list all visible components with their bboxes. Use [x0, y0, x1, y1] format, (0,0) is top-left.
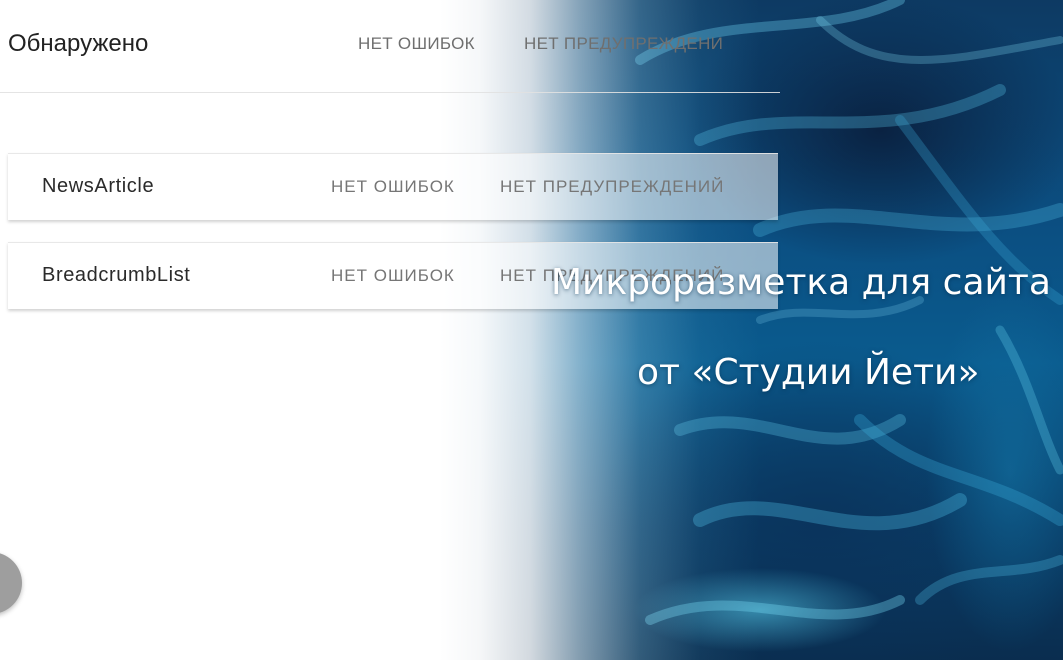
item-errors-status: НЕТ ОШИБОК — [331, 266, 455, 285]
item-type-name: NewsArticle — [42, 175, 155, 197]
item-type-name: BreadcrumbList — [42, 264, 191, 286]
item-errors-status: НЕТ ОШИБОК — [331, 177, 455, 196]
detected-header: Обнаружено НЕТ ОШИБОК НЕТ ПРЕДУПРЕЖДЕНИ — [0, 0, 780, 93]
item-warnings-status: НЕТ ПРЕДУПРЕЖДЕНИЙ — [500, 177, 725, 196]
page-title: Обнаружено — [8, 30, 149, 57]
header-warnings-status: НЕТ ПРЕДУПРЕЖДЕНИ — [524, 34, 724, 53]
item-card-newsarticle[interactable]: NewsArticle НЕТ ОШИБОК НЕТ ПРЕДУПРЕЖДЕНИ… — [8, 153, 778, 220]
floating-action-button[interactable] — [0, 552, 22, 614]
structured-data-panel: Обнаружено НЕТ ОШИБОК НЕТ ПРЕДУПРЕЖДЕНИ … — [0, 0, 1063, 660]
promo-headline: Микроразметка для сайта — [551, 262, 1051, 303]
promo-subheadline: от «Студии Йети» — [637, 352, 980, 393]
header-errors-status: НЕТ ОШИБОК — [358, 34, 475, 53]
